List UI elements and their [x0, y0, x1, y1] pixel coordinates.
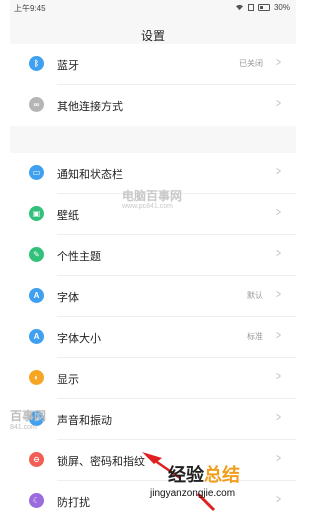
settings-row-label: 防打扰 [57, 497, 90, 509]
chevron-right-icon: > [276, 164, 281, 178]
chevron-right-icon: > [276, 55, 281, 69]
watermark-left-title: 百事网 [10, 409, 47, 423]
chevron-right-icon: > [276, 410, 281, 424]
chevron-right-icon: > [276, 205, 281, 219]
page-title: 设置 [140, 29, 165, 43]
settings-row-label: 壁纸 [57, 210, 79, 222]
font-icon: A [29, 288, 44, 303]
settings-row[interactable]: ◂ 声音和振动 > [10, 399, 296, 440]
notification-icon: ▭ [29, 165, 44, 180]
watermark-jingyan: 经验总结 [168, 461, 240, 487]
settings-row[interactable]: ᛒ 蓝牙 已关闭 > [10, 44, 296, 85]
settings-row-label: 字体 [57, 292, 79, 304]
chevron-right-icon: > [276, 451, 281, 465]
wifi-icon [235, 4, 243, 11]
settings-row[interactable]: A 字体 默认 > [10, 276, 296, 317]
settings-row-label: 声音和振动 [57, 415, 112, 427]
chevron-right-icon: > [276, 246, 281, 260]
settings-row-value: 默认 [247, 291, 263, 300]
connectivity-group: ᛒ 蓝牙 已关闭 > ∞ 其他连接方式 > [10, 44, 296, 126]
settings-screen: 上午9:45 30% 设置 ᛒ 蓝牙 已关闭 > ∞ 其他连接方式 > ▭ 通知和状态栏 > ▣ 壁… [10, 0, 296, 512]
chevron-right-icon: > [276, 287, 281, 301]
sim-icon [247, 4, 254, 11]
chevron-right-icon: > [276, 369, 281, 383]
chevron-right-icon: > [276, 96, 281, 110]
theme-icon: ✎ [29, 247, 44, 262]
display-icon: ◐ [29, 370, 44, 385]
watermark-url: www.pc841.com [122, 203, 173, 210]
settings-row-label: 蓝牙 [57, 60, 79, 72]
settings-row-value: 标准 [247, 332, 263, 341]
settings-row-label: 字体大小 [57, 333, 101, 345]
watermark-left-url: 841.com [10, 424, 37, 431]
settings-row-label: 通知和状态栏 [57, 169, 123, 181]
battery-percent: 30% [273, 3, 290, 12]
settings-row-label: 锁屏、密码和指纹 [57, 456, 145, 468]
settings-row[interactable]: A 字体大小 标准 > [10, 317, 296, 358]
settings-row[interactable]: ✎ 个性主题 > [10, 235, 296, 276]
settings-row-label: 显示 [57, 374, 79, 386]
status-icons: 30% [235, 3, 290, 12]
watermark-title: 电脑百事网 [122, 189, 183, 203]
watermark-jingyan-part2: 总结 [204, 465, 240, 485]
chevron-right-icon: > [276, 492, 281, 506]
font-size-icon: A [29, 329, 44, 344]
status-time: 上午9:45 [14, 4, 46, 13]
lock-icon: ⊖ [29, 452, 44, 467]
wallpaper-icon: ▣ [29, 206, 44, 221]
settings-row[interactable]: ∞ 其他连接方式 > [10, 85, 296, 126]
settings-row[interactable]: ◐ 显示 > [10, 358, 296, 399]
status-bar: 上午9:45 30% [10, 0, 296, 16]
do-not-disturb-icon: ☾ [29, 493, 44, 508]
chevron-right-icon: > [276, 328, 281, 342]
settings-row-label: 其他连接方式 [57, 101, 123, 113]
settings-row-value: 已关闭 [239, 59, 263, 68]
watermark-jingyan-part1: 经验 [168, 465, 204, 485]
settings-row-label: 个性主题 [57, 251, 101, 263]
watermark-jingyan-url: jingyanzongjie.com [150, 488, 236, 499]
bluetooth-icon: ᛒ [29, 56, 44, 71]
link-icon: ∞ [29, 97, 44, 112]
battery-icon [257, 4, 270, 11]
